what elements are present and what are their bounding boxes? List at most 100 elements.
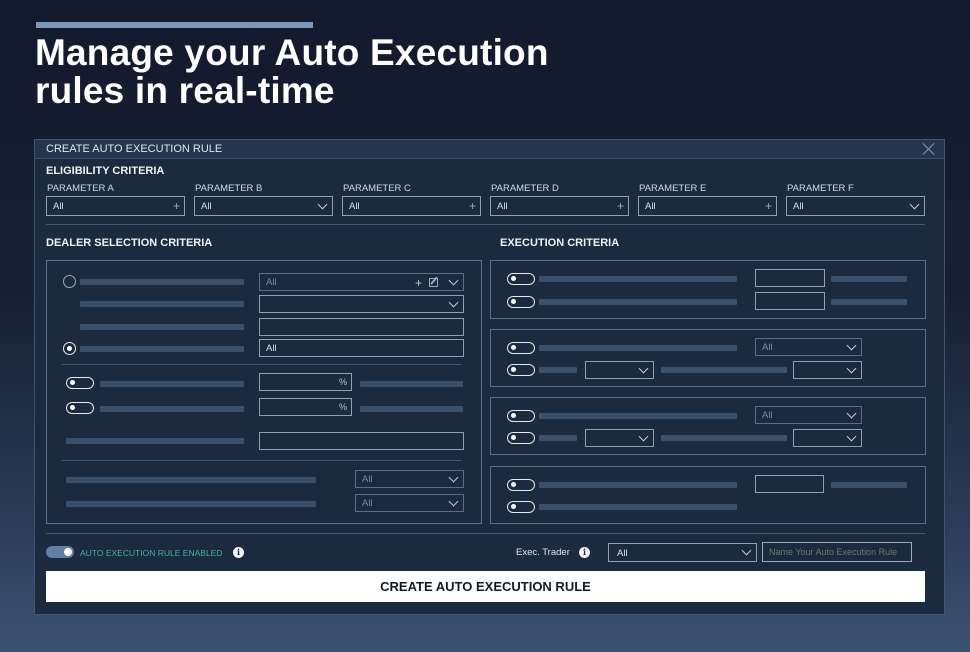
chevron-down-icon[interactable]	[448, 275, 459, 286]
dialog-title: CREATE AUTO EXECUTION RULE	[46, 143, 223, 155]
placeholder-bar	[539, 482, 737, 488]
placeholder-bar	[360, 406, 463, 412]
plus-icon[interactable]: +	[469, 200, 476, 212]
exec-trader-select[interactable]: All	[608, 543, 757, 562]
edit-icon[interactable]	[429, 278, 438, 287]
param-b-select[interactable]: All	[194, 196, 333, 216]
chevron-down-icon	[448, 496, 459, 507]
param-b-value: All	[201, 201, 212, 212]
chevron-down-icon	[741, 545, 752, 556]
execution-small-select[interactable]	[585, 361, 654, 379]
param-a-field[interactable]: All +	[46, 196, 185, 216]
execution-small-select[interactable]	[793, 361, 862, 379]
placeholder-bar	[539, 276, 737, 282]
add-icon[interactable]: +	[415, 277, 422, 289]
execution-panel-1	[490, 260, 926, 319]
param-a-label: PARAMETER A	[47, 183, 114, 194]
dealer-pct-input-2[interactable]: %	[259, 398, 352, 416]
execution-input[interactable]	[755, 292, 825, 310]
param-e-field[interactable]: All +	[638, 196, 777, 216]
param-f-value: All	[793, 201, 804, 212]
execution-select-2[interactable]: All	[755, 406, 862, 424]
create-rule-dialog: CREATE AUTO EXECUTION RULE ELIGIBILITY C…	[34, 139, 945, 615]
dealer-option-1-input[interactable]	[259, 318, 464, 336]
dealer-select-1-value: All	[362, 474, 373, 485]
placeholder-bar	[661, 367, 787, 373]
param-b-label: PARAMETER B	[195, 183, 263, 194]
rule-enabled-toggle[interactable]	[46, 546, 74, 558]
dealer-select-2[interactable]: All	[355, 494, 464, 512]
dealer-select-1[interactable]: All	[355, 470, 464, 488]
placeholder-bar	[66, 477, 316, 483]
param-e-value: All	[645, 201, 656, 212]
headline-line-2: rules in real-time	[35, 70, 335, 111]
execution-input[interactable]	[755, 269, 825, 287]
dealer-selection-title: DEALER SELECTION CRITERIA	[46, 237, 213, 249]
dealer-option-1-select[interactable]	[259, 295, 464, 313]
execution-select-2-value: All	[762, 410, 773, 421]
chevron-down-icon	[638, 431, 649, 442]
chevron-down-icon	[638, 363, 649, 374]
rule-name-input[interactable]	[762, 542, 912, 562]
chevron-down-icon	[846, 431, 857, 442]
placeholder-bar	[66, 501, 316, 507]
param-c-label: PARAMETER C	[343, 183, 411, 194]
chevron-down-icon	[317, 199, 328, 210]
chevron-down-icon	[448, 297, 459, 308]
param-c-value: All	[349, 201, 360, 212]
headline-line-1: Manage your Auto Execution	[35, 32, 549, 73]
param-c-field[interactable]: All +	[342, 196, 481, 216]
execution-toggle[interactable]	[507, 432, 535, 444]
param-d-value: All	[497, 201, 508, 212]
create-rule-button[interactable]: CREATE AUTO EXECUTION RULE	[46, 571, 925, 602]
execution-toggle[interactable]	[507, 501, 535, 513]
dealer-pct-input-1[interactable]: %	[259, 373, 352, 391]
placeholder-bar	[539, 299, 737, 305]
accent-bar	[36, 22, 313, 28]
dialog-title-bar: CREATE AUTO EXECUTION RULE	[35, 140, 944, 159]
placeholder-bar	[80, 301, 244, 307]
execution-toggle[interactable]	[507, 273, 535, 285]
execution-select-1-value: All	[762, 342, 773, 353]
chevron-down-icon	[448, 472, 459, 483]
placeholder-bar	[360, 381, 463, 387]
param-f-label: PARAMETER F	[787, 183, 854, 194]
execution-input[interactable]	[755, 475, 824, 493]
dealer-toggle-1[interactable]	[66, 377, 94, 389]
dealer-option-2-radio[interactable]	[63, 342, 76, 355]
dealer-option-2-value: All	[266, 343, 277, 354]
param-f-select[interactable]: All	[786, 196, 925, 216]
execution-toggle[interactable]	[507, 342, 535, 354]
execution-toggle[interactable]	[507, 296, 535, 308]
close-icon[interactable]	[922, 142, 936, 156]
dealer-toggle-2[interactable]	[66, 402, 94, 414]
execution-small-select[interactable]	[793, 429, 862, 447]
execution-panel-2: All	[490, 329, 926, 387]
placeholder-bar	[539, 435, 577, 441]
execution-title: EXECUTION CRITERIA	[500, 237, 620, 249]
info-icon[interactable]: i	[233, 547, 244, 558]
placeholder-bar	[100, 381, 244, 387]
execution-toggle[interactable]	[507, 410, 535, 422]
placeholder-bar	[539, 504, 737, 510]
execution-toggle[interactable]	[507, 479, 535, 491]
execution-small-select[interactable]	[585, 429, 654, 447]
placeholder-bar	[831, 482, 907, 488]
dealer-option-1-radio[interactable]	[63, 275, 76, 288]
info-icon[interactable]: i	[579, 547, 590, 558]
plus-icon[interactable]: +	[617, 200, 624, 212]
plus-icon[interactable]: +	[173, 200, 180, 212]
dealer-option-1-field[interactable]: All +	[259, 273, 464, 291]
dealer-option-2-field[interactable]: All	[259, 339, 464, 357]
execution-toggle[interactable]	[507, 364, 535, 376]
placeholder-bar	[80, 346, 244, 352]
execution-panel-4	[490, 466, 926, 524]
execution-select-1[interactable]: All	[755, 338, 862, 356]
placeholder-bar	[831, 276, 907, 282]
chevron-down-icon	[846, 363, 857, 374]
param-d-field[interactable]: All +	[490, 196, 629, 216]
dealer-select-2-value: All	[362, 498, 373, 509]
plus-icon[interactable]: +	[765, 200, 772, 212]
dealer-text-input[interactable]	[259, 432, 464, 450]
param-d-label: PARAMETER D	[491, 183, 559, 194]
